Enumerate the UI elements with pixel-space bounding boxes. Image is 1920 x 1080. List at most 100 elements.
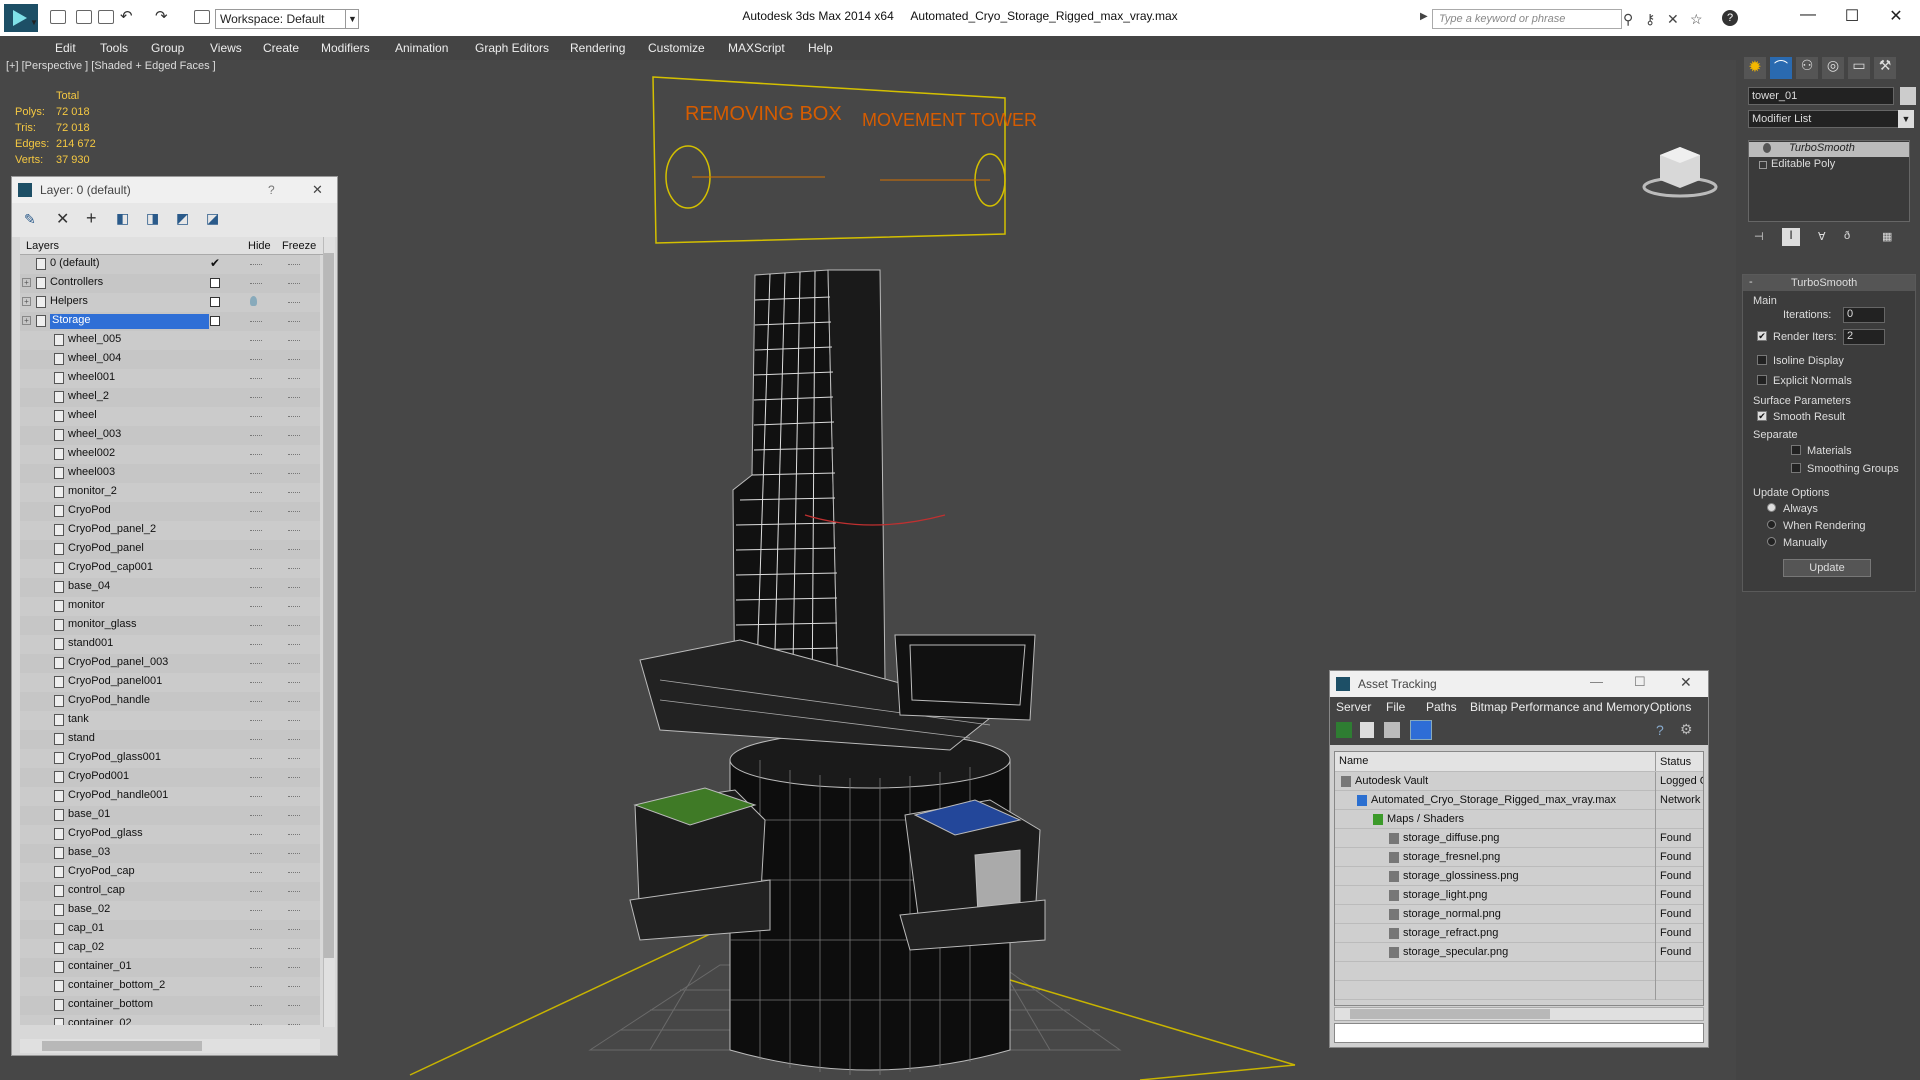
hide-toggle[interactable] bbox=[250, 321, 262, 323]
layer-row[interactable]: + Controllers bbox=[20, 274, 320, 293]
freeze-toggle[interactable] bbox=[288, 796, 300, 798]
create-layer-icon[interactable]: ✎ bbox=[24, 211, 36, 228]
layer-row[interactable]: CryoPod_panel bbox=[20, 540, 320, 559]
search-input[interactable]: Type a keyword or phrase bbox=[1432, 9, 1622, 29]
menu-modifiers[interactable]: Modifiers bbox=[321, 41, 370, 55]
minimize-icon[interactable]: — bbox=[1590, 674, 1603, 689]
hide-toggle[interactable] bbox=[250, 511, 262, 513]
hide-toggle[interactable] bbox=[250, 644, 262, 646]
materials-checkbox[interactable] bbox=[1791, 445, 1801, 455]
freeze-toggle[interactable] bbox=[288, 986, 300, 988]
asset-row[interactable]: storage_diffuse.png Found bbox=[1335, 829, 1703, 848]
key-icon[interactable]: ⚷ bbox=[1645, 11, 1655, 28]
render-iters-checkbox[interactable]: ✔ bbox=[1757, 331, 1767, 341]
layer-row[interactable]: wheel002 bbox=[20, 445, 320, 464]
freeze-toggle[interactable] bbox=[288, 625, 300, 627]
freeze-toggle[interactable] bbox=[288, 530, 300, 532]
layer-row[interactable]: container_02 bbox=[20, 1015, 320, 1025]
hide-toggle[interactable] bbox=[250, 796, 262, 798]
freeze-toggle[interactable] bbox=[288, 454, 300, 456]
layer-row[interactable]: CryoPod_glass bbox=[20, 825, 320, 844]
close-icon[interactable]: ✕ bbox=[1876, 6, 1916, 26]
freeze-toggle[interactable] bbox=[288, 549, 300, 551]
asset-row[interactable]: Automated_Cryo_Storage_Rigged_max_vray.m… bbox=[1335, 791, 1703, 810]
object-color-swatch[interactable] bbox=[1900, 87, 1916, 105]
stack-item-editable-poly[interactable]: Editable Poly bbox=[1749, 158, 1909, 173]
freeze-toggle[interactable] bbox=[288, 872, 300, 874]
expand-icon[interactable] bbox=[1759, 161, 1767, 169]
asset-hscroll-thumb[interactable] bbox=[1350, 1009, 1550, 1019]
chevron-down-icon[interactable]: ▼ bbox=[1898, 110, 1914, 128]
hide-toggle[interactable] bbox=[250, 967, 262, 969]
freeze-toggle[interactable] bbox=[288, 910, 300, 912]
workspace-chevron-icon[interactable]: ▼ bbox=[345, 9, 359, 29]
layer-row[interactable]: cap_02 bbox=[20, 939, 320, 958]
freeze-toggle[interactable] bbox=[288, 777, 300, 779]
asset-window-titlebar[interactable]: Asset Tracking — ☐ ✕ bbox=[1330, 671, 1708, 697]
new-file-icon[interactable] bbox=[50, 10, 66, 24]
menu-graph-editors[interactable]: Graph Editors bbox=[475, 41, 549, 55]
close-icon[interactable]: ✕ bbox=[1680, 674, 1692, 691]
smoothing-groups-checkbox[interactable] bbox=[1791, 463, 1801, 473]
close-icon[interactable]: ✕ bbox=[312, 182, 323, 198]
freeze-toggle[interactable] bbox=[288, 378, 300, 380]
menu-help[interactable]: Help bbox=[808, 41, 833, 55]
asset-row[interactable]: storage_specular.png Found bbox=[1335, 943, 1703, 962]
set-current-checkbox[interactable] bbox=[210, 297, 220, 307]
freeze-toggle[interactable] bbox=[288, 606, 300, 608]
hide-toggle[interactable] bbox=[250, 948, 262, 950]
freeze-toggle[interactable] bbox=[288, 321, 300, 323]
chevron-down-icon[interactable]: ▼ bbox=[30, 18, 38, 27]
hide-toggle[interactable] bbox=[250, 435, 262, 437]
isoline-checkbox[interactable] bbox=[1757, 355, 1767, 365]
project-folder-icon[interactable] bbox=[194, 10, 210, 24]
layer-row[interactable]: container_bottom_2 bbox=[20, 977, 320, 996]
hide-toggle[interactable] bbox=[250, 986, 262, 988]
hide-toggle[interactable] bbox=[250, 397, 262, 399]
layer-row[interactable]: CryoPod_panel_2 bbox=[20, 521, 320, 540]
asset-menu-paths[interactable]: Paths bbox=[1426, 700, 1457, 714]
layer-row[interactable]: wheel_005 bbox=[20, 331, 320, 350]
layer-row[interactable]: CryoPod_glass001 bbox=[20, 749, 320, 768]
hide-toggle[interactable] bbox=[250, 853, 262, 855]
hide-toggle[interactable] bbox=[250, 530, 262, 532]
col-name[interactable]: Name bbox=[1339, 755, 1368, 767]
list-view-icon[interactable] bbox=[1360, 722, 1374, 738]
bulb-icon[interactable] bbox=[250, 296, 257, 306]
display-tab-icon[interactable]: ▭ bbox=[1848, 57, 1870, 79]
layer-row[interactable]: CryoPod_panel001 bbox=[20, 673, 320, 692]
asset-menu-server[interactable]: Server bbox=[1336, 700, 1371, 714]
redo-icon[interactable]: ↷ bbox=[155, 7, 168, 25]
set-current-checkbox[interactable] bbox=[210, 316, 220, 326]
layer-row[interactable]: wheel003 bbox=[20, 464, 320, 483]
freeze-toggle[interactable] bbox=[288, 435, 300, 437]
layer-window-titlebar[interactable]: Layer: 0 (default) ? ✕ bbox=[12, 177, 337, 203]
layer-scroll-thumb[interactable] bbox=[324, 253, 334, 958]
always-radio[interactable] bbox=[1767, 503, 1776, 512]
hide-toggle[interactable] bbox=[250, 910, 262, 912]
freeze-toggle[interactable] bbox=[288, 967, 300, 969]
minimize-icon[interactable]: — bbox=[1788, 6, 1828, 24]
layer-row[interactable]: wheel_004 bbox=[20, 350, 320, 369]
asset-menu-bitmap[interactable]: Bitmap Performance and Memory bbox=[1470, 700, 1649, 714]
highlight-layer-icon[interactable]: ◨ bbox=[146, 210, 159, 227]
save-file-icon[interactable] bbox=[98, 10, 114, 24]
hide-toggle[interactable] bbox=[250, 568, 262, 570]
layer-row[interactable]: + Storage bbox=[20, 312, 320, 331]
utilities-tab-icon[interactable]: ⚒ bbox=[1874, 57, 1896, 79]
layer-row[interactable]: container_bottom bbox=[20, 996, 320, 1015]
menu-tools[interactable]: Tools bbox=[100, 41, 128, 55]
hide-toggle[interactable] bbox=[250, 492, 262, 494]
manually-radio[interactable] bbox=[1767, 537, 1776, 546]
layer-row[interactable]: base_01 bbox=[20, 806, 320, 825]
layer-row[interactable]: monitor_2 bbox=[20, 483, 320, 502]
asset-menu-options[interactable]: Options bbox=[1650, 700, 1691, 714]
layer-row[interactable]: + Helpers bbox=[20, 293, 320, 312]
layer-row[interactable]: wheel_2 bbox=[20, 388, 320, 407]
undo-icon[interactable]: ↶ bbox=[120, 7, 133, 25]
layer-row[interactable]: monitor_glass bbox=[20, 616, 320, 635]
layer-row[interactable]: monitor bbox=[20, 597, 320, 616]
thumbnail-view-icon[interactable] bbox=[1384, 722, 1400, 738]
render-iters-spinner[interactable]: 2 bbox=[1843, 329, 1885, 345]
asset-row[interactable]: storage_glossiness.png Found bbox=[1335, 867, 1703, 886]
